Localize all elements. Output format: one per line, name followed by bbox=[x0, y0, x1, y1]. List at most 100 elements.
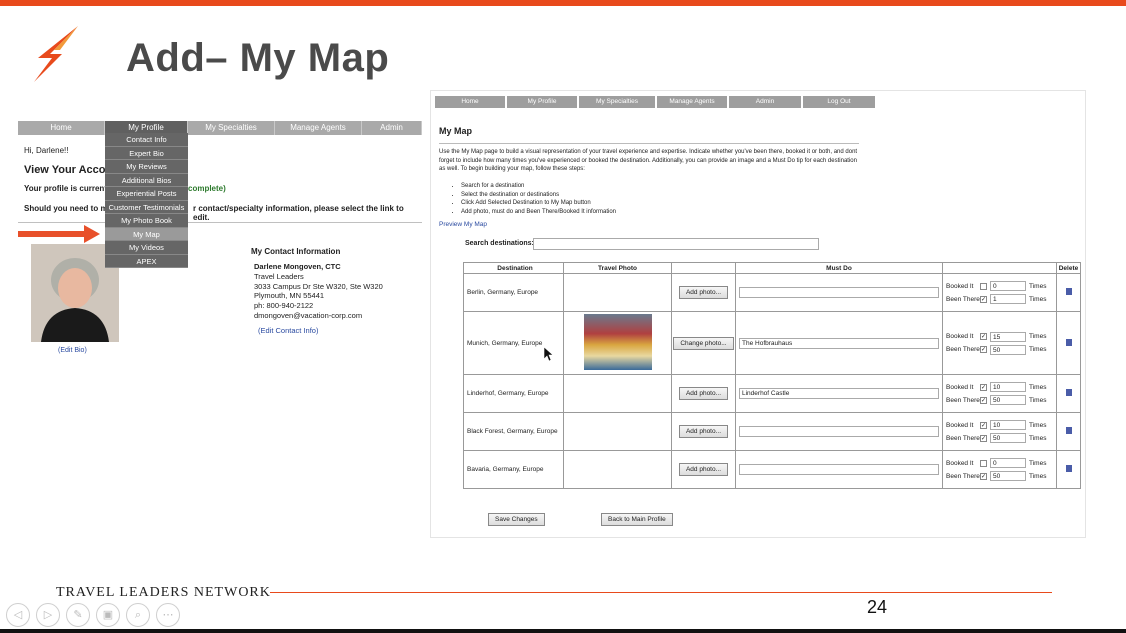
photo-action-cell: Add photo... bbox=[671, 412, 736, 451]
photo-button[interactable]: Add photo... bbox=[678, 425, 729, 438]
rnav-my-profile[interactable]: My Profile bbox=[507, 96, 577, 108]
booked-checkbox[interactable] bbox=[980, 282, 987, 290]
been-checkbox[interactable]: ✓ bbox=[980, 434, 987, 442]
been-times-input[interactable]: 1 bbox=[990, 294, 1026, 304]
been-times-input[interactable]: 50 bbox=[990, 433, 1026, 443]
times-label: Times bbox=[1029, 459, 1047, 467]
menu-contact-info[interactable]: Contact Info bbox=[105, 133, 188, 147]
nav-my-specialties[interactable]: My Specialties bbox=[188, 121, 275, 135]
booked-times-input[interactable]: 10 bbox=[990, 382, 1026, 392]
menu-additional-bios[interactable]: Additional Bios bbox=[105, 174, 188, 187]
been-row: Been There ✓ 50 Times bbox=[946, 432, 1056, 445]
more-options-icon[interactable]: ⋯ bbox=[156, 603, 180, 627]
nav-manage-agents[interactable]: Manage Agents bbox=[275, 121, 362, 135]
destination-name: Munich, Germany, Europe bbox=[463, 311, 564, 375]
menu-experiential-posts[interactable]: Experiential Posts bbox=[105, 187, 188, 201]
been-label: Been There bbox=[946, 295, 980, 303]
left-nav-bar: Home My Profile My Specialties Manage Ag… bbox=[18, 121, 422, 135]
slides-grid-icon[interactable]: ▣ bbox=[96, 603, 120, 627]
menu-expert-bio[interactable]: Expert Bio bbox=[105, 147, 188, 160]
booked-times-input[interactable]: 0 bbox=[990, 458, 1026, 468]
next-slide-icon[interactable]: ▷ bbox=[36, 603, 60, 627]
footer-rule bbox=[270, 592, 1052, 593]
times-label: Times bbox=[1029, 421, 1047, 429]
been-label: Been There bbox=[946, 396, 980, 404]
col-destination: Destination bbox=[463, 262, 564, 274]
trash-icon[interactable] bbox=[1065, 338, 1072, 346]
pen-icon[interactable]: ✎ bbox=[66, 603, 90, 627]
rnav-my-specialties[interactable]: My Specialties bbox=[579, 96, 655, 108]
col-counts bbox=[942, 262, 1057, 274]
booked-row: Booked It ✓ 15 Times bbox=[946, 330, 1056, 343]
booked-times-input[interactable]: 10 bbox=[990, 420, 1026, 430]
menu-my-photo-book[interactable]: My Photo Book bbox=[105, 214, 188, 228]
been-row: Been There ✓ 50 Times bbox=[946, 343, 1056, 356]
must-do-input[interactable]: The Hofbrauhaus bbox=[739, 337, 939, 349]
rnav-home[interactable]: Home bbox=[435, 96, 505, 108]
photo-button[interactable]: Add photo... bbox=[678, 286, 729, 299]
must-do-cell: The Hofbrauhaus bbox=[735, 311, 943, 375]
booked-row: Booked It ✓ 10 Times bbox=[946, 419, 1056, 432]
been-checkbox[interactable]: ✓ bbox=[980, 346, 987, 353]
contact-name: Darlene Mongoven, CTC bbox=[254, 262, 341, 271]
menu-my-videos[interactable]: My Videos bbox=[105, 241, 188, 255]
my-map-title: My Map bbox=[439, 126, 473, 136]
photo-button[interactable]: Add photo... bbox=[678, 463, 729, 476]
contact-info: Darlene Mongoven, CTC Travel Leaders 303… bbox=[254, 262, 383, 321]
zoom-icon[interactable]: ⌕ bbox=[126, 603, 150, 627]
rnav-manage-agents[interactable]: Manage Agents bbox=[657, 96, 727, 108]
been-times-input[interactable]: 50 bbox=[990, 471, 1026, 481]
booked-checkbox[interactable]: ✓ bbox=[980, 421, 987, 429]
been-row: Been There ✓ 50 Times bbox=[946, 394, 1056, 407]
menu-my-reviews[interactable]: My Reviews bbox=[105, 160, 188, 174]
times-label: Times bbox=[1029, 295, 1047, 303]
booked-times-input[interactable]: 15 bbox=[990, 331, 1026, 342]
nav-admin[interactable]: Admin bbox=[362, 121, 422, 135]
rnav-log-out[interactable]: Log Out bbox=[803, 96, 875, 108]
booked-label: Booked It bbox=[946, 459, 974, 467]
must-do-input[interactable] bbox=[739, 464, 939, 475]
been-checkbox[interactable]: ✓ bbox=[980, 472, 987, 480]
menu-apex[interactable]: APEX bbox=[105, 255, 188, 268]
must-do-cell: Linderhof Castle bbox=[735, 374, 943, 413]
menu-customer-testimonials[interactable]: Customer Testimonials bbox=[105, 201, 188, 214]
preview-map-link[interactable]: Preview My Map bbox=[439, 221, 487, 228]
photo-button[interactable]: Add photo... bbox=[678, 387, 729, 400]
delete-cell bbox=[1056, 374, 1081, 413]
trash-icon[interactable] bbox=[1065, 389, 1072, 396]
right-nav-bar: Home My Profile My Specialties Manage Ag… bbox=[435, 96, 875, 108]
col-delete: Delete bbox=[1056, 262, 1081, 274]
trash-icon[interactable] bbox=[1065, 465, 1072, 472]
must-do-input[interactable]: Linderhof Castle bbox=[739, 388, 939, 399]
must-do-cell bbox=[735, 273, 943, 312]
been-times-input[interactable]: 50 bbox=[990, 395, 1026, 405]
booked-checkbox[interactable]: ✓ bbox=[980, 333, 987, 340]
booked-label: Booked It bbox=[946, 421, 974, 429]
times-label: Times bbox=[1029, 383, 1047, 391]
previous-slide-icon[interactable]: ◁ bbox=[6, 603, 30, 627]
menu-my-map[interactable]: My Map bbox=[105, 227, 188, 241]
trash-icon[interactable] bbox=[1065, 427, 1072, 434]
travel-photo-cell bbox=[563, 412, 672, 451]
must-do-input[interactable] bbox=[739, 287, 939, 298]
been-times-input[interactable]: 50 bbox=[990, 344, 1026, 355]
photo-button[interactable]: Change photo... bbox=[673, 336, 734, 350]
been-checkbox[interactable]: ✓ bbox=[980, 295, 987, 303]
trash-icon[interactable] bbox=[1065, 288, 1072, 295]
search-destinations-input[interactable] bbox=[533, 238, 819, 250]
step-1: Search for a destination bbox=[461, 182, 616, 191]
nav-home[interactable]: Home bbox=[18, 121, 105, 135]
booked-times-input[interactable]: 0 bbox=[990, 281, 1026, 291]
contact-address: 3033 Campus Dr Ste W320, Ste W320 bbox=[254, 281, 383, 291]
edit-bio-link[interactable]: (Edit Bio) bbox=[58, 347, 87, 354]
booked-checkbox[interactable] bbox=[980, 459, 987, 467]
rnav-admin[interactable]: Admin bbox=[729, 96, 801, 108]
search-label: Search destinations: bbox=[465, 240, 534, 247]
back-to-profile-button[interactable]: Back to Main Profile bbox=[601, 513, 673, 526]
must-do-input[interactable] bbox=[739, 426, 939, 437]
save-changes-button[interactable]: Save Changes bbox=[488, 513, 545, 526]
edit-contact-link[interactable]: (Edit Contact Info) bbox=[258, 326, 318, 335]
been-checkbox[interactable]: ✓ bbox=[980, 396, 987, 404]
destinations-table: Destination Travel Photo Must Do Delete … bbox=[463, 262, 1081, 489]
booked-checkbox[interactable]: ✓ bbox=[980, 383, 987, 391]
